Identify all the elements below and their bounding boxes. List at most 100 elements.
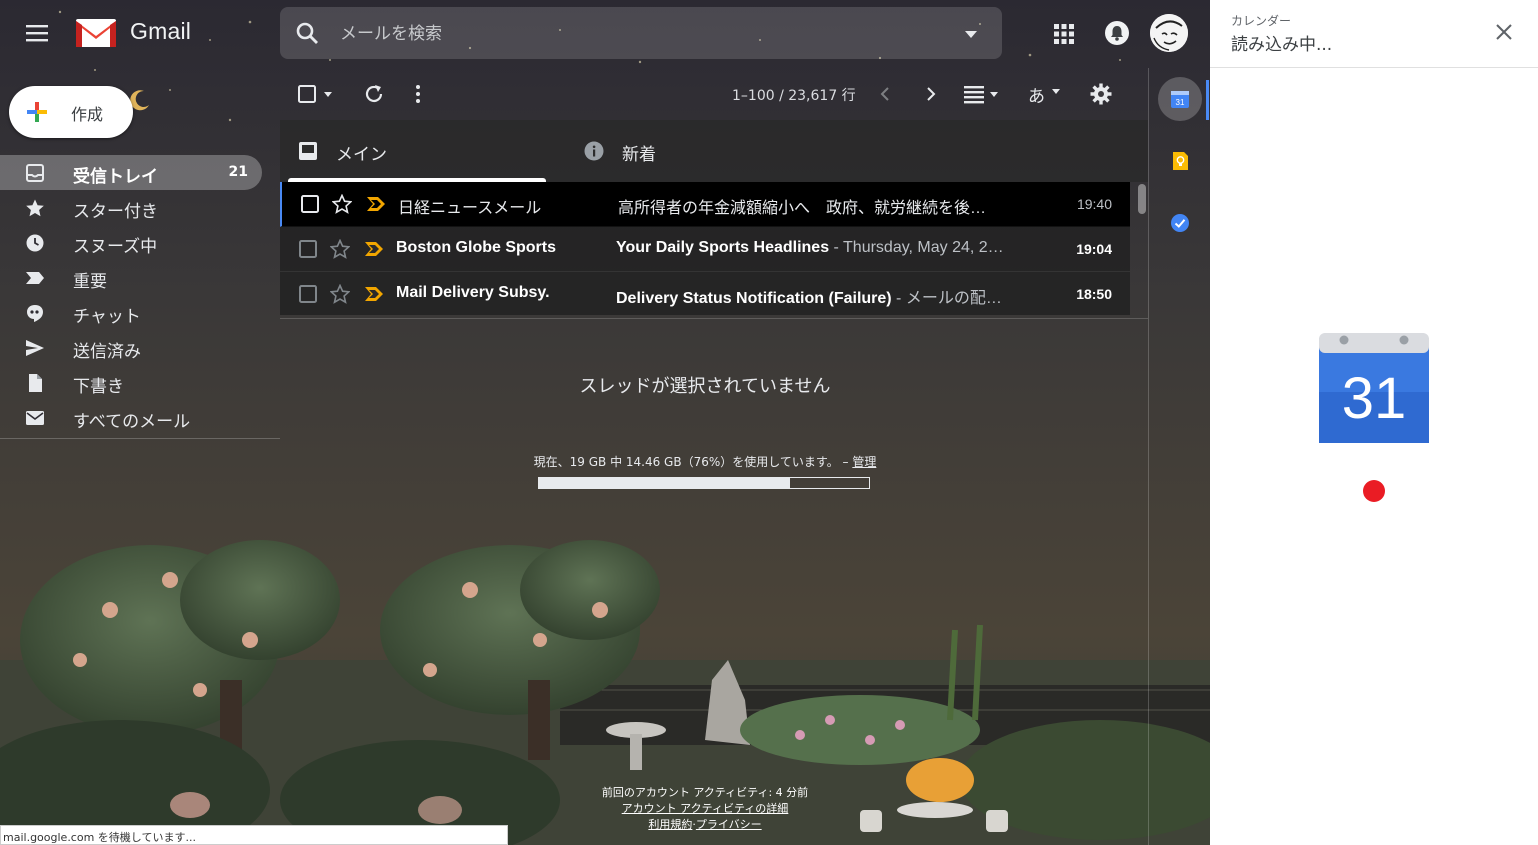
email-subject: Delivery Status Notification (Failure) -… <box>616 284 1006 308</box>
info-icon <box>584 141 604 161</box>
reading-pane-divider[interactable] <box>280 318 1148 319</box>
search-bar[interactable] <box>280 7 1002 59</box>
page-count: 1–100 / 23,617 行 <box>732 88 856 104</box>
row-checkbox[interactable] <box>301 195 319 213</box>
sidebar-item-important[interactable]: 重要 <box>0 260 262 295</box>
settings-gear-icon[interactable] <box>1089 82 1113 106</box>
storage-manage-link[interactable]: 管理 <box>852 455 876 469</box>
search-icon[interactable] <box>294 20 320 46</box>
email-sender: 日経ニュースメール <box>398 200 542 217</box>
storage-usage-bar <box>538 477 870 489</box>
important-marker-icon[interactable] <box>364 241 384 257</box>
category-tabs: メイン 新着 <box>280 120 1148 182</box>
refresh-icon[interactable] <box>362 82 386 106</box>
privacy-link[interactable]: プライバシー <box>696 818 762 831</box>
star-toggle-icon[interactable] <box>330 239 350 259</box>
sidebar-item-starred[interactable]: スター付き <box>0 190 262 225</box>
unread-count-badge: 21 <box>228 164 248 180</box>
menu-icon[interactable] <box>20 18 54 48</box>
sidebar-item-label: 重要 <box>73 272 107 292</box>
star-toggle-icon[interactable] <box>332 194 352 214</box>
sidebar-item-label: 送信済み <box>73 342 141 362</box>
storage-usage-text: 現在、19 GB 中 14.46 GB（76%）を使用しています。 – 管理 <box>280 453 1130 470</box>
email-list: 日経ニュースメール 高所得者の年金減額縮小へ 政府、就労継続を後… 19:40 … <box>280 182 1130 315</box>
sidebar-item-sent[interactable]: 送信済み <box>0 330 262 365</box>
compose-plus-icon <box>27 102 47 122</box>
calendar-addon-icon: 31 <box>1171 91 1189 108</box>
select-checkbox-icon[interactable] <box>296 82 336 106</box>
email-row[interactable]: 日経ニュースメール 高所得者の年金減額縮小へ 政府、就労継続を後… 19:40 <box>280 182 1130 227</box>
row-checkbox[interactable] <box>299 285 317 303</box>
side-panel-header: カレンダー 読み込み中... <box>1210 0 1538 68</box>
email-subject: 高所得者の年金減額縮小へ 政府、就労継続を後… <box>618 194 1008 218</box>
account-activity-footer: 前回のアカウント アクティビティ: 4 分前 アカウント アクティビティの詳細 … <box>560 785 850 833</box>
sidebar-item-chat[interactable]: チャット <box>0 295 262 330</box>
calendar-side-panel: カレンダー 読み込み中... 31 <box>1210 0 1538 845</box>
close-icon[interactable] <box>1492 20 1516 44</box>
compose-button[interactable]: 作成 <box>9 86 133 138</box>
prev-page-icon[interactable] <box>874 82 898 106</box>
keep-addon-button[interactable] <box>1158 139 1202 183</box>
calendar-day-number: 31 <box>1342 366 1407 431</box>
important-marker-icon[interactable] <box>366 196 386 212</box>
sidebar-item-label: 下書き <box>73 377 124 397</box>
search-options-icon[interactable] <box>960 23 982 45</box>
email-subject: Your Daily Sports Headlines - Thursday, … <box>616 239 1006 257</box>
side-panel-title: カレンダー <box>1231 14 1292 28</box>
sidebar-item-label: スター付き <box>73 202 158 222</box>
send-icon <box>26 340 44 356</box>
sidebar-item-all-mail[interactable]: すべてのメール <box>0 400 262 435</box>
sidebar-item-label: すべてのメール <box>73 412 191 432</box>
notifications-icon[interactable] <box>1104 20 1130 46</box>
sidebar-nav: 受信トレイ 21 スター付き スヌーズ中 重要 チャット 送信済み 下書き すべ… <box>0 155 280 435</box>
draft-file-icon <box>29 374 42 392</box>
sidebar-item-drafts[interactable]: 下書き <box>0 365 262 400</box>
active-addon-indicator <box>1206 80 1209 120</box>
tasks-addon-button[interactable] <box>1158 201 1202 245</box>
terms-link[interactable]: 利用規約 <box>648 818 692 831</box>
sidebar-item-inbox[interactable]: 受信トレイ 21 <box>0 155 262 190</box>
sidebar-item-label: チャット <box>73 307 141 327</box>
email-subject-text: 高所得者の年金減額縮小へ 政府、就労継続を後… <box>618 200 987 217</box>
star-toggle-icon[interactable] <box>330 284 350 304</box>
last-activity-text: 前回のアカウント アクティビティ: 4 分前 <box>601 786 809 799</box>
mail-envelope-icon <box>26 411 44 425</box>
email-row[interactable]: Boston Globe Sports Your Daily Sports He… <box>280 227 1130 272</box>
sidebar-item-snoozed[interactable]: スヌーズ中 <box>0 225 262 260</box>
compose-label: 作成 <box>71 105 104 124</box>
gmail-logo-text: Gmail <box>130 18 192 44</box>
more-vert-icon[interactable] <box>406 82 430 106</box>
email-subject-text: Delivery Status Notification (Failure) <box>616 290 892 307</box>
email-row[interactable]: Mail Delivery Subsy. Delivery Status Not… <box>280 272 1130 315</box>
important-marker-icon[interactable] <box>364 286 384 302</box>
email-sender: Mail Delivery Subsy. <box>396 284 550 301</box>
apps-grid-icon[interactable] <box>1052 22 1076 46</box>
calendar-addon-button[interactable]: 31 <box>1158 77 1202 121</box>
google-calendar-logo-icon: 31 <box>1319 333 1429 443</box>
sidebar-divider <box>0 438 280 439</box>
list-scrollbar[interactable] <box>1138 184 1146 214</box>
inbox-tab-icon <box>299 142 317 160</box>
sidebar-item-label: 受信トレイ <box>73 167 158 187</box>
tab-updates[interactable]: 新着 <box>566 120 832 182</box>
tab-main[interactable]: メイン <box>288 120 554 182</box>
avatar[interactable] <box>1150 14 1188 52</box>
search-input[interactable] <box>338 20 942 48</box>
input-tools-label: あ <box>1028 87 1045 107</box>
input-tools-button[interactable]: あ <box>1026 82 1066 107</box>
email-time: 19:40 <box>1076 196 1112 212</box>
next-page-icon[interactable] <box>918 82 942 106</box>
activity-details-link[interactable]: アカウント アクティビティの詳細 <box>622 802 789 815</box>
sidebar-item-label: スヌーズ中 <box>73 237 158 257</box>
row-checkbox[interactable] <box>299 240 317 258</box>
gmail-logo[interactable] <box>74 16 118 50</box>
chevron-down-icon <box>1052 89 1060 94</box>
inbox-icon <box>26 164 44 182</box>
email-time: 19:04 <box>1076 241 1112 257</box>
addon-rail: 31 <box>1148 68 1211 845</box>
tab-label: 新着 <box>622 145 656 165</box>
email-time: 18:50 <box>1076 286 1112 302</box>
density-icon[interactable] <box>962 82 1002 106</box>
tab-label: メイン <box>336 145 387 165</box>
storage-usage-fill <box>539 478 790 488</box>
